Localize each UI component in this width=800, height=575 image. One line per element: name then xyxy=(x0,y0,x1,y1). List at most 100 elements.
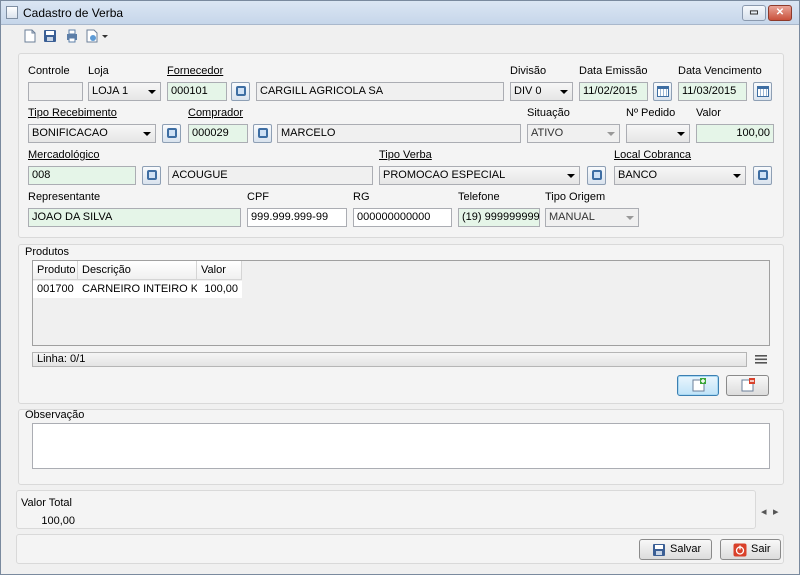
save-label: Salvar xyxy=(670,543,702,555)
cell-produto: 001700 xyxy=(33,281,78,298)
print-icon[interactable] xyxy=(65,29,79,43)
valor-total-value: 100,00 xyxy=(41,515,75,527)
totais-panel xyxy=(16,490,756,529)
power-icon xyxy=(733,543,747,557)
n-pedido-select[interactable] xyxy=(626,124,690,143)
chevron-down-icon xyxy=(626,216,634,220)
fornecedor-code-field[interactable]: 000101 xyxy=(167,82,227,101)
exit-label: Sair xyxy=(751,543,771,555)
data-emissao-field[interactable]: 11/02/2015 xyxy=(579,82,648,101)
telefone-label: Telefone xyxy=(458,191,500,203)
export-dropdown-icon[interactable] xyxy=(101,29,109,43)
column-header-produto[interactable]: Produto xyxy=(33,261,78,280)
data-emissao-label: Data Emissão xyxy=(579,65,648,77)
chevron-down-icon xyxy=(143,132,151,136)
comprador-name-field[interactable]: MARCELO xyxy=(277,124,521,143)
tipo-origem-select[interactable]: MANUAL xyxy=(545,208,639,227)
comprador-label: Comprador xyxy=(188,107,244,119)
add-row-icon xyxy=(692,378,706,392)
toolbar xyxy=(1,25,799,49)
minimize-button[interactable]: ▭ xyxy=(742,5,766,21)
data-vencimento-field[interactable]: 11/03/2015 xyxy=(678,82,747,101)
cpf-label: CPF xyxy=(247,191,269,203)
valor-label: Valor xyxy=(696,107,721,119)
divisao-select[interactable]: DIV 0 xyxy=(510,82,573,101)
grid-status-bar: Linha: 0/1 xyxy=(32,352,747,367)
loja-label: Loja xyxy=(88,65,109,77)
remove-item-button[interactable] xyxy=(726,375,769,396)
n-pedido-label: Nº Pedido xyxy=(626,107,676,119)
telefone-field[interactable]: (19) 999999999 xyxy=(458,208,540,227)
local-cobranca-select[interactable]: BANCO xyxy=(614,166,746,185)
fornecedor-label: Fornecedor xyxy=(167,65,224,77)
tipo-verba-select[interactable]: PROMOCAO ESPECIAL xyxy=(379,166,580,185)
data-vencimento-label: Data Vencimento xyxy=(678,65,762,77)
search-icon xyxy=(236,86,246,96)
save-icon xyxy=(653,544,665,556)
data-emissao-calendar-button[interactable] xyxy=(653,82,672,101)
loja-value: LOJA 1 xyxy=(92,85,129,97)
rg-field[interactable]: 000000000000 xyxy=(353,208,452,227)
tipo-verba-search-button[interactable] xyxy=(587,166,606,185)
search-icon xyxy=(167,128,177,138)
representante-field[interactable]: JOAO DA SILVA xyxy=(28,208,241,227)
remove-row-icon xyxy=(741,378,755,392)
title-bar: Cadastro de Verba ▭ ✕ xyxy=(1,1,799,25)
mercadologico-search-button[interactable] xyxy=(142,166,161,185)
close-button[interactable]: ✕ xyxy=(768,5,792,21)
tipo-recebimento-search-button[interactable] xyxy=(162,124,181,143)
observacao-textarea[interactable] xyxy=(32,423,770,469)
grid-menu-icon[interactable] xyxy=(754,353,768,365)
export-icon[interactable] xyxy=(85,29,99,43)
minimize-icon: ▭ xyxy=(749,7,759,18)
save-button[interactable]: Salvar xyxy=(639,539,712,560)
observacao-label: Observação xyxy=(25,409,85,421)
search-icon xyxy=(258,128,268,138)
tipo-recebimento-select[interactable]: BONIFICACAO xyxy=(28,124,156,143)
situacao-select[interactable]: ATIVO xyxy=(527,124,620,143)
tipo-origem-label: Tipo Origem xyxy=(545,191,606,203)
window-title: Cadastro de Verba xyxy=(23,6,124,20)
close-icon: ✕ xyxy=(775,7,785,18)
produtos-title: Produtos xyxy=(25,246,70,258)
chevron-down-icon xyxy=(567,174,575,178)
chevron-down-icon xyxy=(560,90,568,94)
app-icon xyxy=(6,6,18,19)
exit-button[interactable]: Sair xyxy=(720,539,781,560)
calendar-icon xyxy=(757,86,769,97)
situacao-value: ATIVO xyxy=(531,127,564,139)
comprador-code-field[interactable]: 000029 xyxy=(188,124,248,143)
produtos-grid[interactable]: Produto Descrição Valor 001700 CARNEIRO … xyxy=(32,260,770,346)
data-vencimento-calendar-button[interactable] xyxy=(753,82,772,101)
chevron-down-icon xyxy=(733,174,741,178)
search-icon xyxy=(592,170,602,180)
mercadologico-label: Mercadológico xyxy=(28,149,100,161)
comprador-search-button[interactable] xyxy=(253,124,272,143)
mercadologico-name-field[interactable]: ACOUGUE xyxy=(168,166,373,185)
tipo-recebimento-label: Tipo Recebimento xyxy=(28,107,117,119)
mercadologico-code-field[interactable]: 008 xyxy=(28,166,136,185)
loja-select[interactable]: LOJA 1 xyxy=(88,82,161,101)
scroll-right-icon[interactable]: ▸ xyxy=(773,505,779,518)
divisao-value: DIV 0 xyxy=(514,85,542,97)
controle-field[interactable] xyxy=(28,82,83,101)
column-header-valor[interactable]: Valor xyxy=(197,261,242,280)
scroll-left-icon[interactable]: ◂ xyxy=(761,505,767,518)
valor-field[interactable]: 100,00 xyxy=(696,124,774,143)
chevron-down-icon xyxy=(607,132,615,136)
fornecedor-search-button[interactable] xyxy=(231,82,250,101)
controle-label: Controle xyxy=(28,65,70,77)
fornecedor-name-field[interactable]: CARGILL AGRICOLA SA xyxy=(256,82,504,101)
calendar-icon xyxy=(657,86,669,97)
search-icon xyxy=(758,170,768,180)
save-icon[interactable] xyxy=(43,29,57,43)
rg-label: RG xyxy=(353,191,370,203)
valor-total-label: Valor Total xyxy=(21,497,72,509)
chevron-down-icon xyxy=(677,132,685,136)
cpf-field[interactable]: 999.999.999-99 xyxy=(247,208,347,227)
local-cobranca-search-button[interactable] xyxy=(753,166,772,185)
local-cobranca-value: BANCO xyxy=(618,169,658,181)
add-item-button[interactable] xyxy=(677,375,719,396)
new-document-icon[interactable] xyxy=(23,29,37,43)
column-header-descricao[interactable]: Descrição xyxy=(78,261,197,280)
